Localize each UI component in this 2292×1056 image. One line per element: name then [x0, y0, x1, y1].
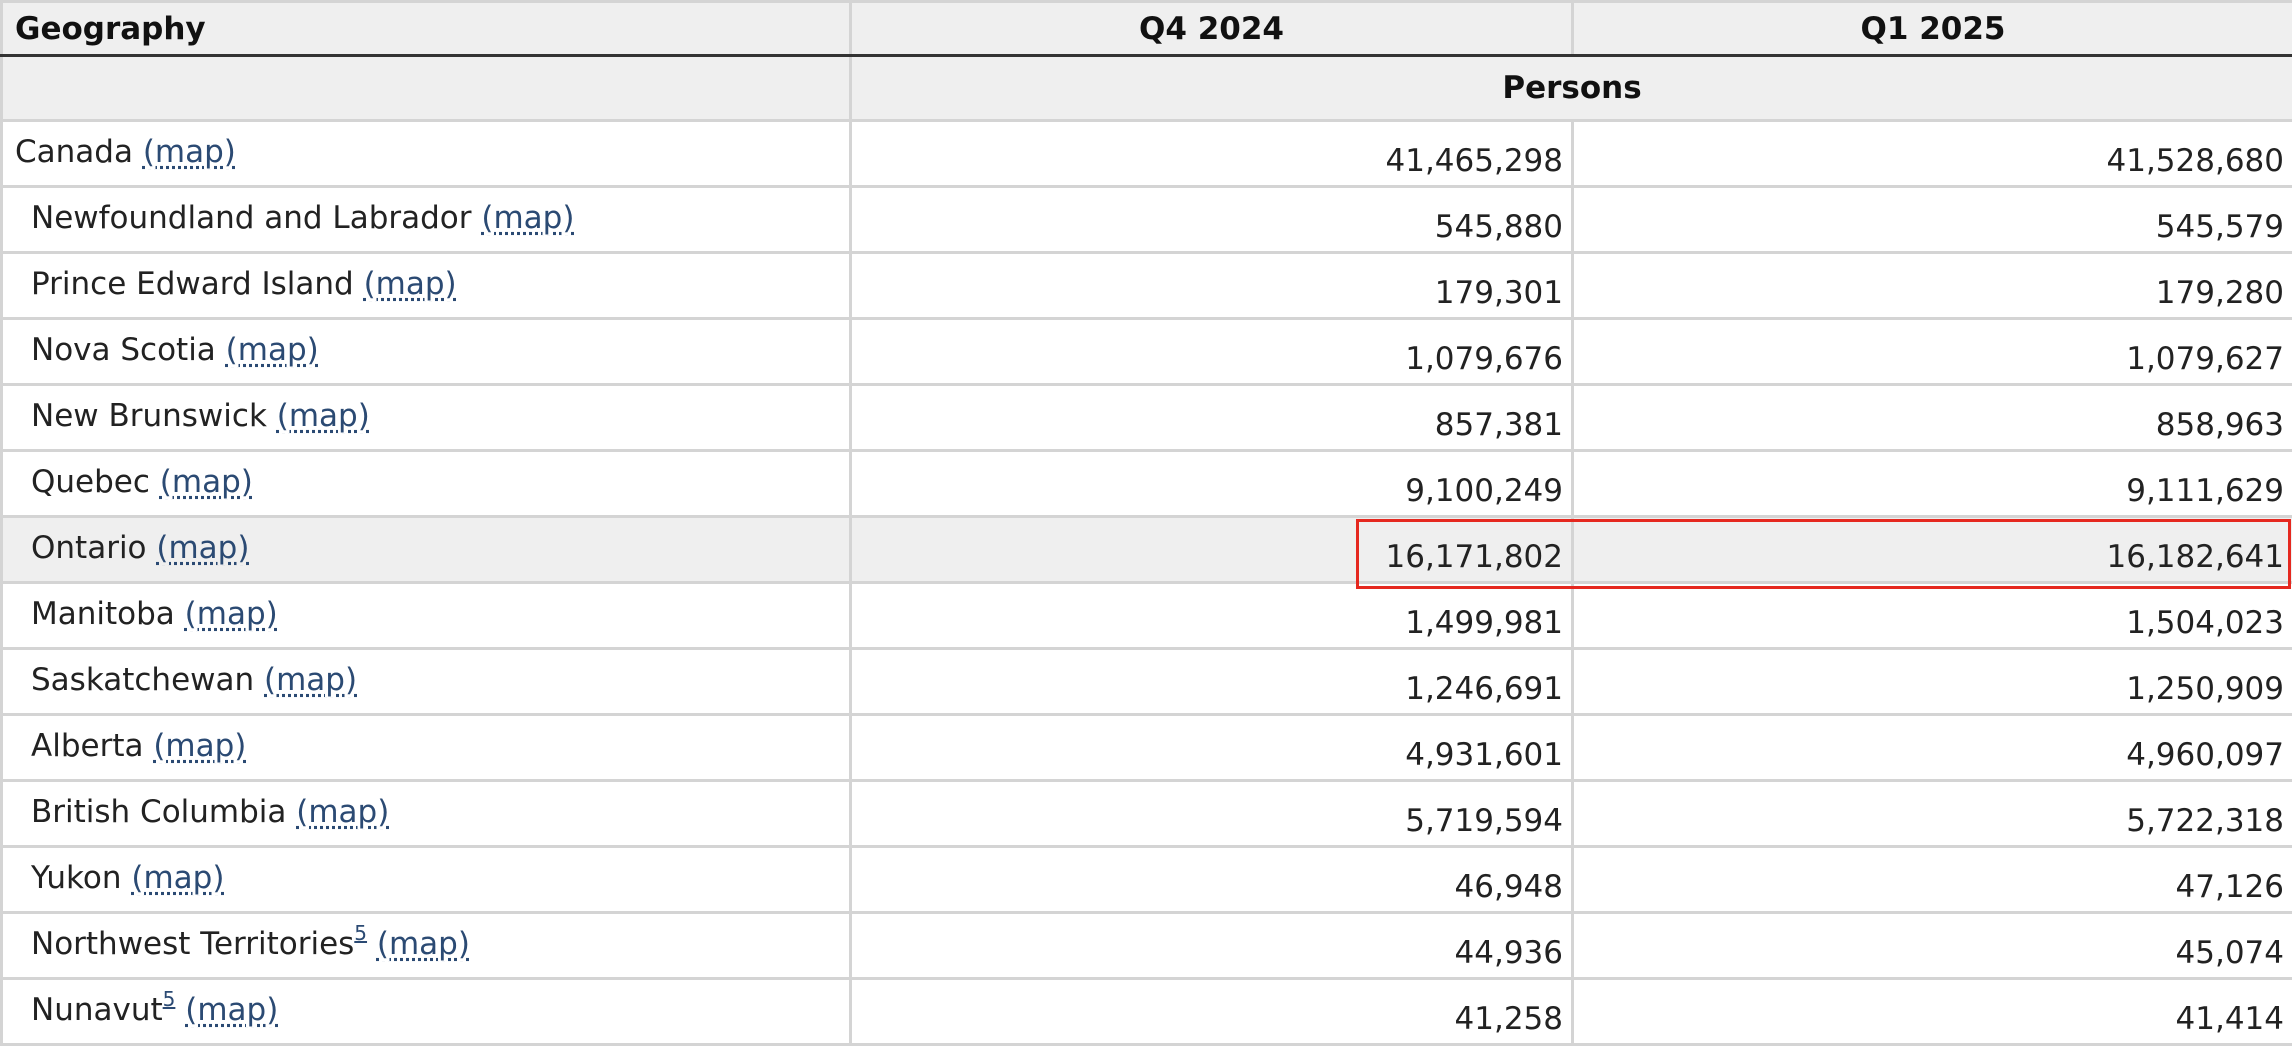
- geography-name: Canada: [15, 134, 133, 170]
- table-row: British Columbia (map) 5,719,594 5,722,318: [0, 779, 2292, 848]
- value-cell-q1-2025[interactable]: 1,079,627: [1571, 317, 2292, 386]
- value-cell-q4-2024[interactable]: 46,948: [849, 845, 1574, 914]
- geography-cell: Newfoundland and Labrador (map): [0, 185, 852, 254]
- geography-cell: Nova Scotia (map): [0, 317, 852, 386]
- geography-name: Saskatchewan: [31, 662, 255, 698]
- value-cell-q1-2025[interactable]: 47,126: [1571, 845, 2292, 914]
- map-link[interactable]: (map): [185, 992, 278, 1028]
- geography-cell: Canada (map): [0, 119, 852, 188]
- geography-name: Yukon: [31, 860, 122, 896]
- map-link[interactable]: (map): [264, 662, 357, 698]
- map-link[interactable]: (map): [277, 398, 370, 434]
- table-row: Nunavut5 (map) 41,258 41,414: [0, 977, 2292, 1046]
- geography-cell: New Brunswick (map): [0, 383, 852, 452]
- map-link[interactable]: (map): [364, 266, 457, 302]
- value-cell-q1-2025[interactable]: 9,111,629: [1571, 449, 2292, 518]
- population-table-container: Geography Q4 2024 Q1 2025 Persons Canada…: [0, 0, 2292, 1046]
- map-link[interactable]: (map): [185, 596, 278, 632]
- map-link[interactable]: (map): [296, 794, 389, 830]
- value-cell-q4-2024[interactable]: 4,931,601: [849, 713, 1574, 782]
- value-cell-q1-2025[interactable]: 45,074: [1571, 911, 2292, 980]
- footnote-link[interactable]: 5: [163, 987, 176, 1011]
- geography-name: Manitoba: [31, 596, 175, 632]
- value-cell-q4-2024[interactable]: 41,465,298: [849, 119, 1574, 188]
- geography-name: Ontario: [31, 530, 147, 566]
- value-cell-q4-2024[interactable]: 545,880: [849, 185, 1574, 254]
- period-column-header-q1-2025[interactable]: Q1 2025: [1571, 0, 2292, 57]
- table-row: Prince Edward Island (map) 179,301 179,280: [0, 251, 2292, 320]
- table-header-row: Geography Q4 2024 Q1 2025: [0, 0, 2292, 57]
- map-link[interactable]: (map): [153, 728, 246, 764]
- geography-cell: Yukon (map): [0, 845, 852, 914]
- geography-cell: Saskatchewan (map): [0, 647, 852, 716]
- value-cell-q1-2025[interactable]: 858,963: [1571, 383, 2292, 452]
- value-cell-q1-2025[interactable]: 5,722,318: [1571, 779, 2292, 848]
- value-cell-q1-2025[interactable]: 41,414: [1571, 977, 2292, 1046]
- units-header-row: Persons: [0, 54, 2292, 122]
- population-table: Geography Q4 2024 Q1 2025 Persons Canada…: [0, 0, 2292, 1046]
- geography-cell: Alberta (map): [0, 713, 852, 782]
- geography-name: Alberta: [31, 728, 144, 764]
- value-cell-q1-2025[interactable]: 1,504,023: [1571, 581, 2292, 650]
- geography-cell: Manitoba (map): [0, 581, 852, 650]
- table-row: Canada (map) 41,465,298 41,528,680: [0, 119, 2292, 188]
- table-row: Ontario (map) 16,171,802 16,182,641: [0, 515, 2292, 584]
- geography-name: Prince Edward Island: [31, 266, 354, 302]
- units-header: Persons: [849, 54, 2292, 122]
- geography-name: British Columbia: [31, 794, 287, 830]
- geography-name: Nova Scotia: [31, 332, 216, 368]
- units-header-spacer: [0, 54, 852, 122]
- map-link[interactable]: (map): [377, 926, 470, 962]
- table-row: Newfoundland and Labrador (map) 545,880 54…: [0, 185, 2292, 254]
- geography-cell: Prince Edward Island (map): [0, 251, 852, 320]
- value-cell-q4-2024[interactable]: 1,246,691: [849, 647, 1574, 716]
- geography-cell: Northwest Territories5 (map): [0, 911, 852, 980]
- geography-name: Newfoundland and Labrador: [31, 200, 472, 236]
- value-cell-q1-2025[interactable]: 179,280: [1571, 251, 2292, 320]
- value-cell-q4-2024[interactable]: 44,936: [849, 911, 1574, 980]
- period-column-header-q4-2024[interactable]: Q4 2024: [849, 0, 1574, 57]
- table-row: Manitoba (map) 1,499,981 1,504,023: [0, 581, 2292, 650]
- geography-name: Northwest Territories: [31, 926, 355, 962]
- map-link[interactable]: (map): [156, 530, 249, 566]
- value-cell-q4-2024[interactable]: 16,171,802: [849, 515, 1574, 584]
- table-body: Canada (map) 41,465,298 41,528,680 Newfound…: [0, 119, 2292, 1046]
- table-row: Northwest Territories5 (map) 44,936 45,074: [0, 911, 2292, 980]
- map-link[interactable]: (map): [160, 464, 253, 500]
- map-link[interactable]: (map): [481, 200, 574, 236]
- geography-name: New Brunswick: [31, 398, 267, 434]
- map-link[interactable]: (map): [226, 332, 319, 368]
- value-cell-q4-2024[interactable]: 9,100,249: [849, 449, 1574, 518]
- value-cell-q4-2024[interactable]: 41,258: [849, 977, 1574, 1046]
- value-cell-q4-2024[interactable]: 857,381: [849, 383, 1574, 452]
- table-row: New Brunswick (map) 857,381 858,963: [0, 383, 2292, 452]
- table-row: Yukon (map) 46,948 47,126: [0, 845, 2292, 914]
- geography-column-header[interactable]: Geography: [0, 0, 852, 57]
- value-cell-q4-2024[interactable]: 5,719,594: [849, 779, 1574, 848]
- geography-cell: Ontario (map): [0, 515, 852, 584]
- map-link[interactable]: (map): [143, 134, 236, 170]
- geography-cell: British Columbia (map): [0, 779, 852, 848]
- value-cell-q1-2025[interactable]: 1,250,909: [1571, 647, 2292, 716]
- value-cell-q1-2025[interactable]: 4,960,097: [1571, 713, 2292, 782]
- geography-cell: Quebec (map): [0, 449, 852, 518]
- value-cell-q1-2025[interactable]: 16,182,641: [1571, 515, 2292, 584]
- value-cell-q4-2024[interactable]: 1,079,676: [849, 317, 1574, 386]
- value-cell-q4-2024[interactable]: 179,301: [849, 251, 1574, 320]
- footnote-link[interactable]: 5: [354, 921, 367, 945]
- geography-cell: Nunavut5 (map): [0, 977, 852, 1046]
- table-row: Alberta (map) 4,931,601 4,960,097: [0, 713, 2292, 782]
- value-cell-q4-2024[interactable]: 1,499,981: [849, 581, 1574, 650]
- geography-name: Quebec: [31, 464, 150, 500]
- value-cell-q1-2025[interactable]: 41,528,680: [1571, 119, 2292, 188]
- value-cell-q1-2025[interactable]: 545,579: [1571, 185, 2292, 254]
- table-row: Quebec (map) 9,100,249 9,111,629: [0, 449, 2292, 518]
- map-link[interactable]: (map): [131, 860, 224, 896]
- table-row: Nova Scotia (map) 1,079,676 1,079,627: [0, 317, 2292, 386]
- table-row: Saskatchewan (map) 1,246,691 1,250,909: [0, 647, 2292, 716]
- geography-name: Nunavut: [31, 992, 163, 1028]
